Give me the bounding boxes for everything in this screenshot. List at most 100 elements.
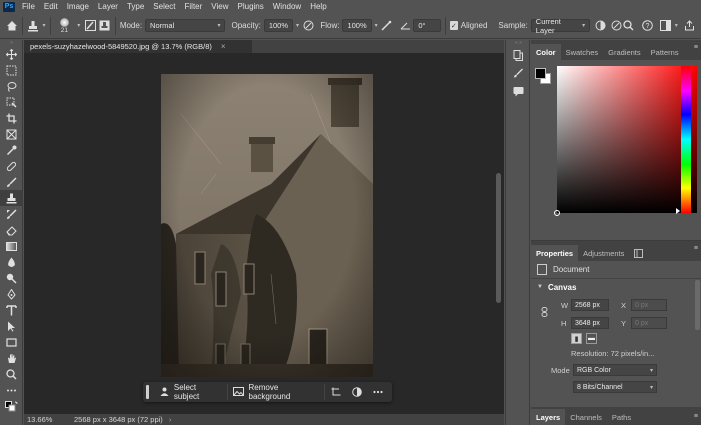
tab-swatches[interactable]: Swatches xyxy=(561,44,604,60)
tab-color[interactable]: Color xyxy=(531,44,561,60)
airbrush-icon[interactable] xyxy=(381,19,393,33)
remove-background-button[interactable]: Remove background xyxy=(228,383,326,401)
pressure-size-icon[interactable] xyxy=(610,19,622,33)
color-picker-cursor[interactable] xyxy=(554,210,560,216)
history-brush-tool-icon[interactable] xyxy=(0,206,23,222)
lasso-tool-icon[interactable] xyxy=(0,78,23,94)
width-input[interactable]: 2568 px xyxy=(571,299,609,311)
tab-gradients[interactable]: Gradients xyxy=(603,44,646,60)
type-tool-icon[interactable] xyxy=(0,302,23,318)
tab-adjustments[interactable]: Adjustments xyxy=(578,245,629,261)
chevron-down-icon[interactable]: ▾ xyxy=(43,22,46,29)
dodge-tool-icon[interactable] xyxy=(0,270,23,286)
tab-paths[interactable]: Paths xyxy=(607,409,636,425)
flow-input[interactable]: 100% xyxy=(342,19,372,32)
zoom-level[interactable]: 13.66% xyxy=(24,415,64,424)
menu-edit[interactable]: Edit xyxy=(40,2,63,11)
edit-toolbar-icon[interactable] xyxy=(0,382,23,398)
hue-slider[interactable] xyxy=(681,66,691,213)
foreground-color-swatch[interactable] xyxy=(535,68,546,79)
menu-image[interactable]: Image xyxy=(63,2,94,11)
y-input[interactable]: 0 px xyxy=(631,317,667,329)
x-input[interactable]: 0 px xyxy=(631,299,667,311)
select-subject-button[interactable]: Select subject xyxy=(155,383,228,401)
crop-tool-icon[interactable] xyxy=(0,110,23,126)
brush-tool-icon[interactable] xyxy=(0,174,23,190)
pressure-opacity-icon[interactable] xyxy=(302,19,314,33)
healing-brush-tool-icon[interactable] xyxy=(0,158,23,174)
ignore-adjustment-layers-icon[interactable] xyxy=(594,19,606,33)
portrait-orientation-icon[interactable]: ▮ xyxy=(571,333,582,344)
hand-tool-icon[interactable] xyxy=(0,350,23,366)
rectangle-tool-icon[interactable] xyxy=(0,334,23,350)
bit-depth-dropdown[interactable]: 8 Bits/Channel ▾ xyxy=(573,381,657,393)
chevron-down-icon[interactable]: ▾ xyxy=(675,22,678,29)
canvas-section-header[interactable]: ▼ Canvas xyxy=(531,279,701,295)
menu-file[interactable]: File xyxy=(18,2,40,11)
canvas-area[interactable]: Select subject Remove background xyxy=(24,53,494,414)
path-selection-tool-icon[interactable] xyxy=(0,318,23,334)
scrollbar-thumb[interactable] xyxy=(694,280,700,330)
tab-properties[interactable]: Properties xyxy=(531,245,579,261)
brush-settings-icon[interactable] xyxy=(84,19,96,33)
color-mode-dropdown[interactable]: RGB Color ▾ xyxy=(573,364,657,376)
scrollbar-thumb[interactable] xyxy=(496,173,501,303)
mode-dropdown[interactable]: Normal ▾ xyxy=(145,19,226,32)
clone-stamp-tool-icon[interactable] xyxy=(0,190,23,206)
clone-source-icon[interactable] xyxy=(99,19,111,33)
angle-input[interactable]: 0° xyxy=(413,19,441,32)
move-tool-icon[interactable] xyxy=(0,46,23,62)
properties-scrollbar[interactable] xyxy=(693,270,701,360)
share-icon[interactable] xyxy=(684,19,696,33)
menu-select[interactable]: Select xyxy=(149,2,180,11)
frame-tool-icon[interactable] xyxy=(0,126,23,142)
eraser-tool-icon[interactable] xyxy=(0,222,23,238)
search-icon[interactable] xyxy=(623,19,635,33)
landscape-orientation-icon[interactable]: ▬ xyxy=(586,333,597,344)
history-panel-icon[interactable] xyxy=(506,46,531,64)
panel-menu-icon[interactable]: ≡ xyxy=(694,413,698,420)
brush-preset-picker[interactable]: 21 xyxy=(56,17,72,34)
zoom-tool-icon[interactable] xyxy=(0,366,23,382)
panel-menu-icon[interactable]: ≡ xyxy=(694,245,698,252)
height-input[interactable]: 3648 px xyxy=(571,317,609,329)
help-icon[interactable]: ? xyxy=(641,19,653,33)
chevron-down-icon[interactable]: ▾ xyxy=(375,22,378,29)
menu-help[interactable]: Help xyxy=(306,2,331,11)
gradient-tool-icon[interactable] xyxy=(0,238,23,254)
marquee-tool-icon[interactable] xyxy=(0,62,23,78)
comments-panel-icon[interactable] xyxy=(506,82,531,100)
menu-plugins[interactable]: Plugins xyxy=(234,2,269,11)
tab-patterns[interactable]: Patterns xyxy=(646,44,684,60)
hue-slider-handle[interactable] xyxy=(676,208,680,214)
close-icon[interactable]: × xyxy=(221,42,226,51)
chevron-right-icon[interactable]: › xyxy=(169,415,172,424)
workspace-icon[interactable] xyxy=(659,19,672,33)
menu-window[interactable]: Window xyxy=(269,2,306,11)
opacity-input[interactable]: 100% xyxy=(263,19,293,32)
more-options-icon[interactable] xyxy=(368,384,389,400)
chevron-down-icon[interactable]: ▾ xyxy=(296,22,299,29)
color-picker-field[interactable] xyxy=(554,66,697,216)
clone-stamp-tool-preset-icon[interactable] xyxy=(27,19,39,33)
menu-layer[interactable]: Layer xyxy=(94,2,123,11)
sample-dropdown[interactable]: Current Layer ▾ xyxy=(530,17,591,35)
menu-type[interactable]: Type xyxy=(123,2,149,11)
menu-filter[interactable]: Filter xyxy=(181,2,208,11)
pen-tool-icon[interactable] xyxy=(0,286,23,302)
canvas-vertical-scrollbar[interactable] xyxy=(494,53,504,414)
taskbar-grip[interactable] xyxy=(146,385,149,399)
home-icon[interactable] xyxy=(6,19,18,33)
blur-tool-icon[interactable] xyxy=(0,254,23,270)
chevron-down-icon[interactable]: ▾ xyxy=(77,22,80,29)
document-image[interactable] xyxy=(161,74,373,377)
default-colors-icon[interactable] xyxy=(0,398,23,414)
aligned-checkbox[interactable]: ✓ xyxy=(449,21,458,30)
brush-settings-panel-icon[interactable] xyxy=(506,64,531,82)
tab-channels[interactable]: Channels xyxy=(565,409,607,425)
object-selection-tool-icon[interactable] xyxy=(0,94,23,110)
eyedropper-tool-icon[interactable] xyxy=(0,142,23,158)
document-tab[interactable]: pexels-suzyhazelwood-5849520.jpg @ 13.7%… xyxy=(24,40,252,53)
tab-layers[interactable]: Layers xyxy=(531,409,566,425)
panel-menu-icon[interactable]: ≡ xyxy=(694,44,698,51)
